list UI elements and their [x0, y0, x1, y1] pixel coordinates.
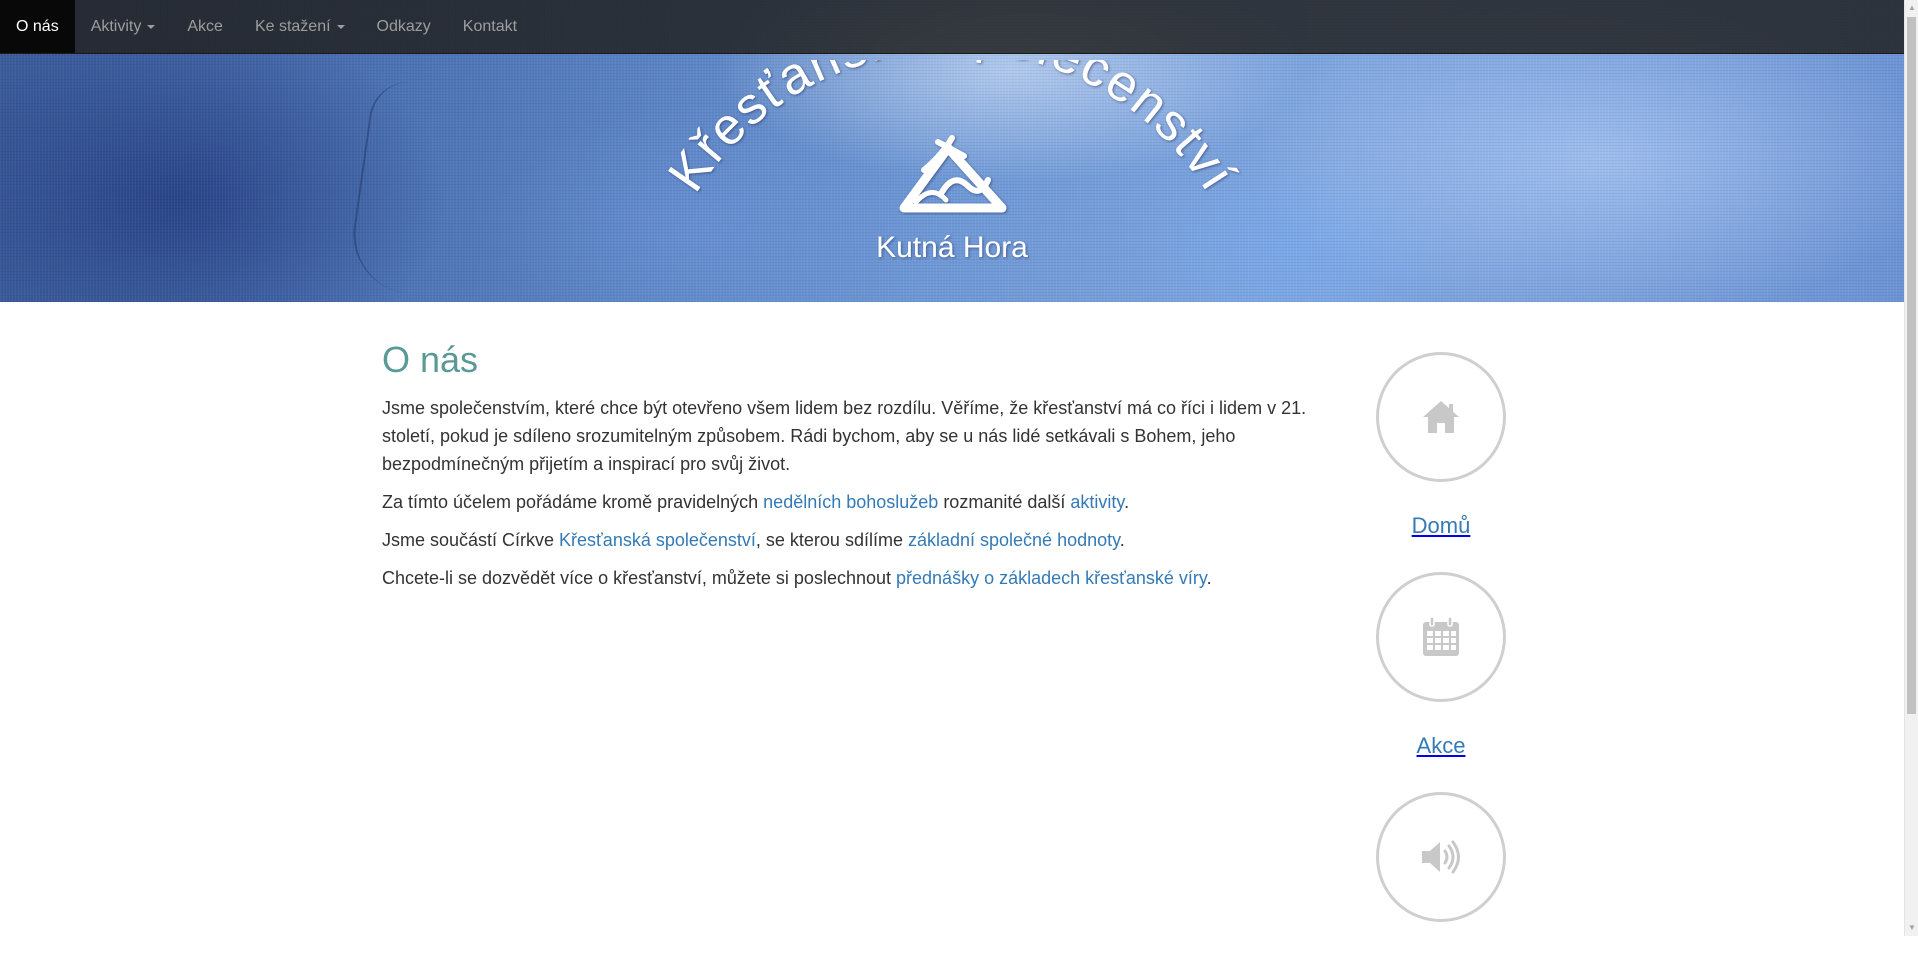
lectures-link[interactable]: přednášky o základech křesťanské víry	[896, 568, 1207, 588]
sidebar-quick-links: Domů Akce	[1376, 352, 1506, 954]
main-content: O nás Jsme společenstvím, které chce být…	[382, 340, 1322, 602]
quick-link-home[interactable]: Domů	[1376, 352, 1506, 540]
scroll-up-arrow-icon[interactable]: ▲	[1905, 0, 1918, 16]
nav-item-label: Kontakt	[462, 17, 518, 35]
speaker-icon	[1422, 840, 1460, 874]
nav-item-aktivity[interactable]: Aktivity	[75, 0, 172, 53]
lectures-paragraph: Chcete-li se dozvědět více o křesťanství…	[382, 564, 1322, 592]
text-segment: Chcete-li se dozvědět více o křesťanství…	[382, 568, 897, 588]
logo-subtitle: Kutná Hora	[876, 231, 1028, 264]
page-scrollbar[interactable]: ▲ ▼	[1904, 0, 1918, 936]
home-icon	[1423, 401, 1459, 433]
quick-link-events[interactable]: Akce	[1376, 572, 1506, 760]
church-link[interactable]: Křesťanská společenství	[559, 530, 756, 550]
quick-link-label: Domů	[1411, 513, 1471, 538]
church-paragraph: Jsme součástí Církve Křesťanská společen…	[382, 526, 1322, 554]
text-segment: , se kterou sdílíme	[755, 530, 908, 550]
nav-item-odkazy[interactable]: Odkazy	[361, 0, 447, 53]
nav-item-label: Odkazy	[376, 17, 431, 35]
quick-link-audio[interactable]	[1376, 792, 1506, 922]
logo-graphic: Křesťanské společenství Kutná Hora	[657, 60, 1245, 264]
nav-item-label: Aktivity	[90, 17, 142, 35]
text-segment: .	[1206, 568, 1212, 588]
scroll-down-arrow-icon[interactable]: ▼	[1905, 920, 1918, 936]
core-values-link[interactable]: základní společné hodnoty	[908, 530, 1120, 550]
text-segment: .	[1124, 492, 1130, 512]
text-segment: rozmanité další	[938, 492, 1071, 512]
nav-item-label: Akce	[187, 17, 223, 35]
caret-down-icon	[336, 24, 345, 29]
nav-item-o-nas[interactable]: O nás	[0, 0, 75, 53]
nav-item-label: Ke stažení	[254, 17, 331, 35]
circle-frame	[1376, 572, 1506, 702]
caret-down-icon	[147, 24, 156, 29]
nav-item-ke-stazeni[interactable]: Ke stažení	[239, 0, 361, 53]
scrollbar-thumb[interactable]	[1907, 17, 1916, 714]
nav-item-label: O nás	[16, 17, 59, 35]
circle-frame	[1376, 792, 1506, 922]
top-navbar: O nás Aktivity Akce Ke stažení Odkazy Ko…	[0, 0, 1904, 54]
calendar-icon	[1423, 616, 1459, 656]
activities-link[interactable]: aktivity	[1070, 492, 1124, 512]
text-segment: Jsme součástí Církve	[382, 530, 560, 550]
nav-item-kontakt[interactable]: Kontakt	[447, 0, 533, 53]
nav-item-akce[interactable]: Akce	[171, 0, 239, 53]
page-title: O nás	[382, 339, 479, 380]
text-segment: .	[1119, 530, 1125, 550]
activities-paragraph: Za tímto účelem pořádáme kromě pravideln…	[382, 488, 1322, 516]
intro-paragraph: Jsme společenstvím, které chce být otevř…	[382, 398, 1307, 474]
circle-frame	[1376, 352, 1506, 482]
logo-mark-icon	[899, 135, 1007, 213]
text-segment: Za tímto účelem pořádáme kromě pravideln…	[382, 492, 764, 512]
site-logo[interactable]: Křesťanské společenství Kutná Hora	[0, 60, 1904, 300]
sunday-services-link[interactable]: nedělních bohoslužeb	[763, 492, 938, 512]
quick-link-label: Akce	[1416, 733, 1466, 758]
